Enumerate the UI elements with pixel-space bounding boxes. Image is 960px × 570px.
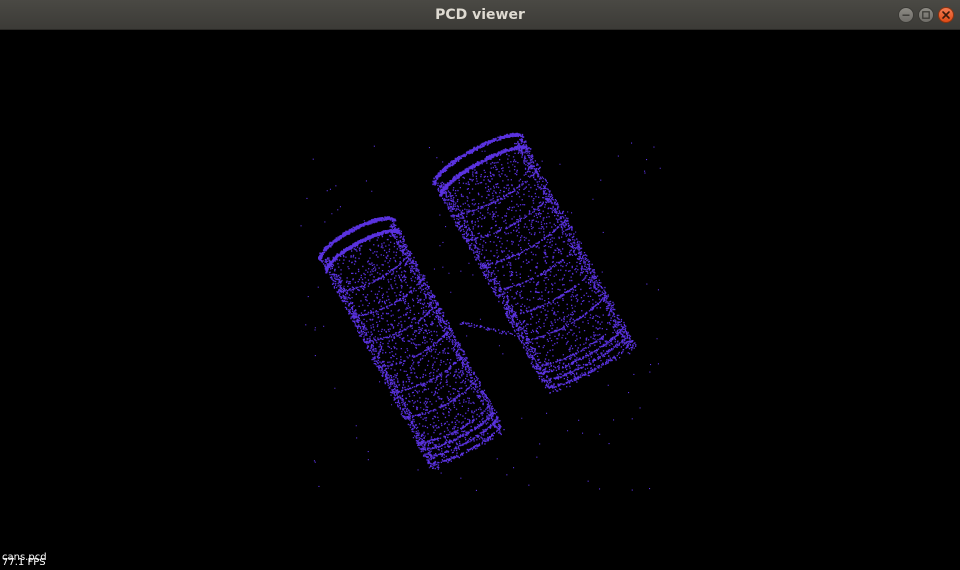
point-cloud-points [300,132,661,491]
close-icon [942,11,950,19]
point-cloud [300,132,661,491]
minimize-button[interactable] [898,7,914,23]
maximize-button[interactable] [918,7,934,23]
pcd-viewer-window: PCD viewer cans.pcd 77.1 FPS [0,0,960,570]
close-button[interactable] [938,7,954,23]
title-bar[interactable]: PCD viewer [0,0,960,30]
fps-counter: 77.1 FPS [2,557,46,568]
maximize-icon [922,11,930,19]
point-cloud-viewport[interactable]: cans.pcd 77.1 FPS [0,30,960,570]
minimize-icon [902,14,910,16]
window-title: PCD viewer [435,7,525,23]
